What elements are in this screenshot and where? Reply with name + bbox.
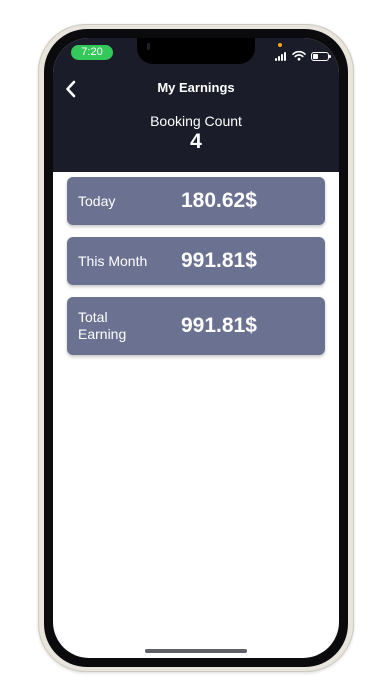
home-indicator[interactable] [145, 649, 247, 653]
status-time: 7:20 [71, 45, 113, 60]
front-sensor [147, 43, 150, 50]
earning-card-value: 991.81$ [181, 249, 257, 272]
signal-icon [275, 51, 286, 61]
earnings-header: 7:20 My Earnings Booking Count 4 [53, 38, 339, 172]
booking-count-value: 4 [190, 130, 202, 153]
app-screen: 7:20 My Earnings Booking Count 4 Today 1… [53, 38, 339, 658]
privacy-indicator-dot [278, 43, 282, 47]
earning-card-this-month: This Month 991.81$ [67, 237, 325, 285]
battery-icon [311, 52, 331, 61]
earning-card-total: Total Earning 991.81$ [67, 297, 325, 355]
device-notch [137, 38, 255, 64]
booking-count-label: Booking Count [150, 113, 242, 129]
earning-card-label: This Month [78, 252, 148, 269]
earning-card-value: 180.62$ [181, 189, 257, 212]
wifi-icon [292, 50, 306, 61]
earning-card-today: Today 180.62$ [67, 177, 325, 225]
earning-card-label: Total Earning [78, 309, 127, 342]
earning-card-label: Today [78, 192, 116, 209]
page-title: My Earnings [157, 80, 235, 95]
status-icons [275, 49, 331, 61]
earning-card-value: 991.81$ [181, 314, 257, 337]
